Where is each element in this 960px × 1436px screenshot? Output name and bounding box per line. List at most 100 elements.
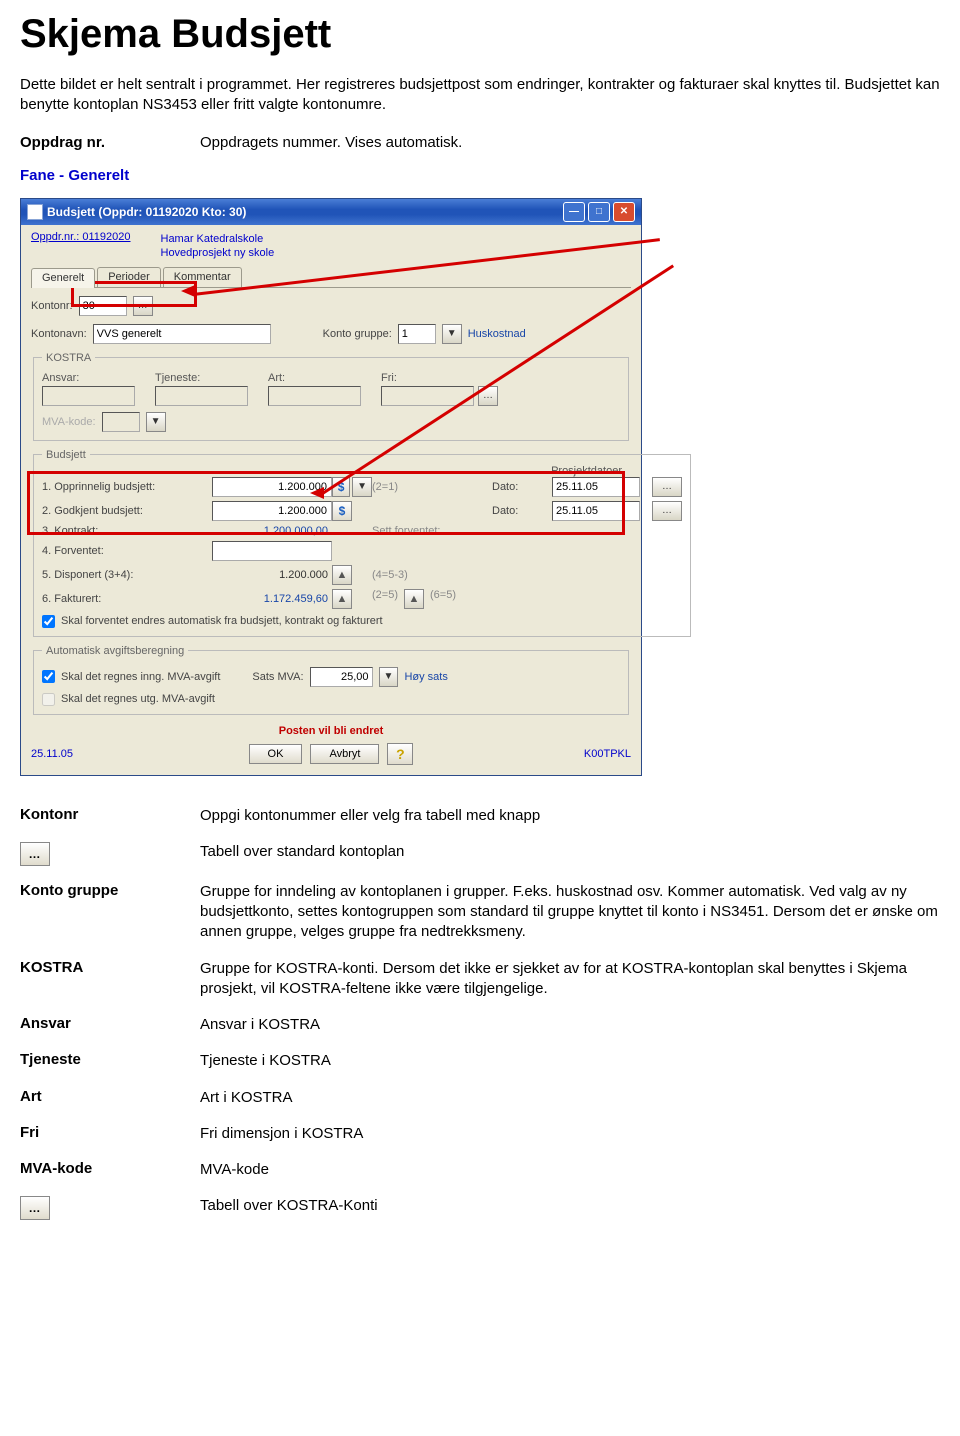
kontonr-browse-button[interactable]: …	[133, 296, 153, 316]
browse-kostra-button[interactable]: …	[20, 1196, 50, 1220]
row1-date-label: Dato:	[492, 481, 552, 493]
row1-label: 1. Opprinnelig budsjett:	[42, 481, 212, 493]
def-tjeneste-label: Tjeneste	[20, 1051, 200, 1071]
help-button[interactable]: ?	[387, 743, 413, 765]
oppdrag-label: Oppdrag nr.	[20, 134, 200, 151]
mvakode-dropdown[interactable]: ▼	[146, 412, 166, 432]
avgift-fieldset: Automatisk avgiftsberegning Skal det reg…	[33, 645, 629, 715]
tjeneste-label: Tjeneste:	[155, 372, 248, 384]
kontogruppe-label: Konto gruppe:	[323, 328, 392, 340]
browse-kontoplan-button[interactable]: …	[20, 842, 50, 866]
kostra-legend: KOSTRA	[42, 352, 95, 364]
kontonavn-input[interactable]	[93, 324, 271, 344]
def-ansvar-label: Ansvar	[20, 1015, 200, 1035]
kontogruppe-name: Huskostnad	[468, 328, 526, 340]
inng-mva-checkbox[interactable]	[42, 670, 55, 683]
kontogruppe-input[interactable]	[398, 324, 436, 344]
mvakode-label: MVA-kode:	[42, 416, 96, 428]
row2-date-browse[interactable]: …	[652, 501, 682, 521]
intro-paragraph: Dette bildet er helt sentralt i programm…	[20, 75, 940, 116]
art-input[interactable]	[268, 386, 361, 406]
budsjett-window: Budsjett (Oppdr: 01192020 Kto: 30) — □ ✕…	[20, 198, 642, 776]
def-kontogruppe-desc: Gruppe for inndeling av kontoplanen i gr…	[200, 882, 940, 943]
inng-mva-label: Skal det regnes inng. MVA-avgift	[61, 671, 220, 683]
fane-generelt-label: Fane - Generelt	[20, 167, 200, 184]
row5-arrow-button[interactable]: ▲	[332, 565, 352, 585]
def-art-desc: Art i KOSTRA	[200, 1088, 940, 1108]
def-tjeneste-desc: Tjeneste i KOSTRA	[200, 1051, 940, 1071]
row1-date-input[interactable]	[552, 477, 640, 497]
tab-perioder[interactable]: Perioder	[97, 267, 161, 287]
budsjett-legend: Budsjett	[42, 449, 90, 461]
arrow-tip-1	[181, 285, 195, 297]
row4-value[interactable]	[212, 541, 332, 561]
row3-hint: Sett forventet:	[372, 525, 492, 537]
row2-dollar-button[interactable]: $	[332, 501, 352, 521]
auto-forventet-checkbox[interactable]	[42, 615, 55, 628]
row6-arrow1-button[interactable]: ▲	[332, 589, 352, 609]
kontogruppe-dropdown[interactable]: ▼	[442, 324, 462, 344]
row6-value: 1.172.459,60	[212, 593, 332, 605]
sats-name: Høy sats	[404, 671, 447, 683]
def-mvakode-desc: MVA-kode	[200, 1160, 940, 1180]
def-tabell-kontoplan: Tabell over standard kontoplan	[200, 842, 940, 866]
ansvar-label: Ansvar:	[42, 372, 135, 384]
window-title: Budsjett (Oppdr: 01192020 Kto: 30)	[43, 205, 560, 219]
row2-value[interactable]	[212, 501, 332, 521]
fri-label: Fri:	[381, 372, 498, 384]
row2-date-label: Dato:	[492, 505, 552, 517]
row1-date-browse[interactable]: …	[652, 477, 682, 497]
tjeneste-input[interactable]	[155, 386, 248, 406]
def-mvakode-label: MVA-kode	[20, 1160, 200, 1180]
def-kontonr-desc: Oppgi kontonummer eller velg fra tabell …	[200, 806, 940, 826]
def-kostra-label: KOSTRA	[20, 959, 200, 1000]
avgift-legend: Automatisk avgiftsberegning	[42, 645, 188, 657]
tab-generelt[interactable]: Generelt	[31, 268, 95, 288]
utg-mva-label: Skal det regnes utg. MVA-avgift	[61, 693, 215, 705]
page-title: Skjema Budsjett	[20, 12, 940, 57]
ok-button[interactable]: OK	[249, 744, 303, 764]
kostra-fieldset: KOSTRA Ansvar: Tjeneste: Art: Fri:	[33, 352, 629, 441]
row6-arrow2-button[interactable]: ▲	[404, 589, 424, 609]
avbryt-button[interactable]: Avbryt	[310, 744, 379, 764]
kontonavn-label: Kontonavn:	[31, 328, 87, 340]
kontonr-label: Kontonr:	[31, 300, 73, 312]
oppdrag-subname: Hovedprosjekt ny skole	[161, 247, 275, 259]
row1-dropdown[interactable]: ▼	[352, 477, 372, 497]
badge-2eq1: (2=1)	[372, 481, 492, 493]
badge-6eq5: (6=5)	[430, 589, 456, 609]
status-text: Posten vil bli endret	[31, 725, 631, 737]
footer-date: 25.11.05	[31, 748, 73, 760]
def-fri-label: Fri	[20, 1124, 200, 1144]
utg-mva-checkbox	[42, 693, 55, 706]
badge-4eq53: (4=5-3)	[372, 569, 492, 581]
mvakode-input[interactable]	[102, 412, 140, 432]
footer-user: K00TPKL	[584, 748, 631, 760]
def-tabell-kostra: Tabell over KOSTRA-Konti	[200, 1196, 940, 1220]
sats-dropdown[interactable]: ▼	[379, 667, 399, 687]
row3-label: 3. Kontrakt:	[42, 525, 212, 537]
auto-forventet-label: Skal forventet endres automatisk fra bud…	[61, 615, 383, 627]
kontonr-input[interactable]	[79, 296, 127, 316]
def-kontonr-label: Kontonr	[20, 806, 200, 826]
row6-label: 6. Fakturert:	[42, 593, 212, 605]
ansvar-input[interactable]	[42, 386, 135, 406]
maximize-button[interactable]: □	[588, 202, 610, 222]
window-titlebar: Budsjett (Oppdr: 01192020 Kto: 30) — □ ✕	[21, 199, 641, 225]
minimize-button[interactable]: —	[563, 202, 585, 222]
oppdrag-link[interactable]: Oppdr.nr.: 01192020	[31, 231, 131, 259]
sats-input[interactable]	[310, 667, 373, 687]
row2-date-input[interactable]	[552, 501, 640, 521]
def-kontogruppe-label: Konto gruppe	[20, 882, 200, 943]
row5-value: 1.200.000	[212, 569, 332, 581]
row5-label: 5. Disponert (3+4):	[42, 569, 212, 581]
tab-kommentar[interactable]: Kommentar	[163, 267, 242, 287]
row4-label: 4. Forventet:	[42, 545, 212, 557]
def-ansvar-desc: Ansvar i KOSTRA	[200, 1015, 940, 1035]
close-button[interactable]: ✕	[613, 202, 635, 222]
def-art-label: Art	[20, 1088, 200, 1108]
oppdrag-desc: Oppdragets nummer. Vises automatisk.	[200, 134, 940, 151]
def-kostra-desc: Gruppe for KOSTRA-konti. Dersom det ikke…	[200, 959, 940, 1000]
arrow-tip-2	[310, 487, 324, 499]
art-label: Art:	[268, 372, 361, 384]
